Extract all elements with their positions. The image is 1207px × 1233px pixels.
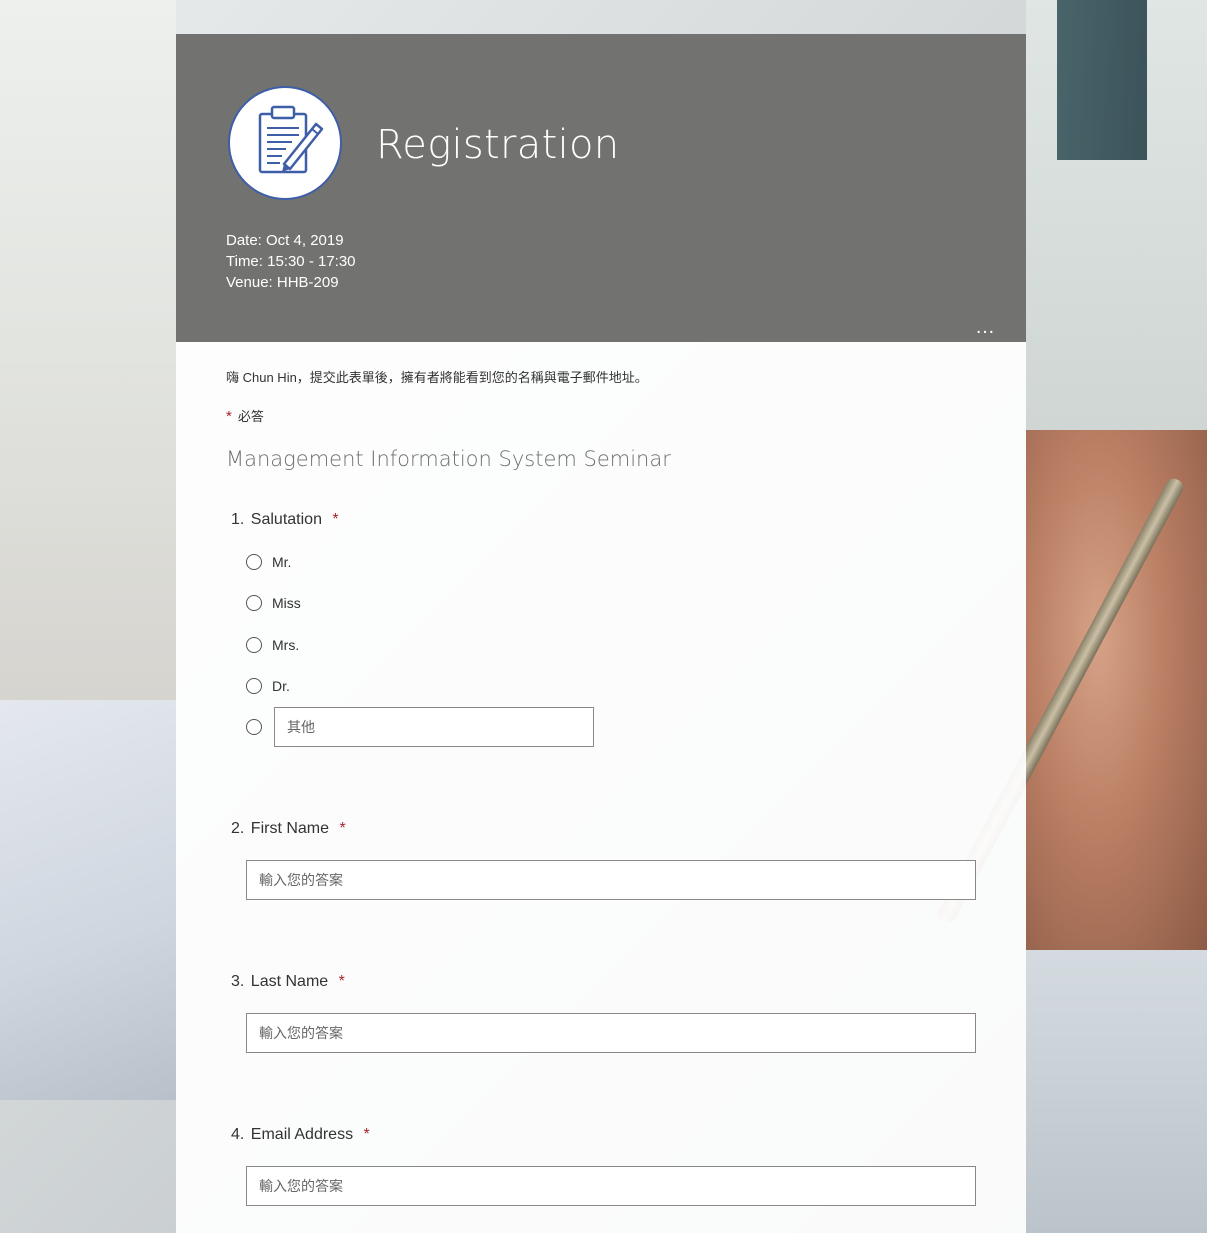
question-number: 2. <box>231 820 245 837</box>
form-header: Registration Date: Oct 4, 2019 Time: 15:… <box>176 34 1026 342</box>
required-star: * <box>332 511 339 528</box>
radio-button[interactable] <box>246 554 262 570</box>
background-photo-left <box>0 700 176 1100</box>
required-label: 必答 <box>237 409 264 424</box>
question-email-title: 4. Email Address * <box>231 1126 370 1144</box>
event-details: Date: Oct 4, 2019 Time: 15:30 - 17:30 Ve… <box>226 230 356 293</box>
question-label: Salutation <box>250 511 322 528</box>
option-label: Mrs. <box>272 637 300 653</box>
radio-button[interactable] <box>246 595 262 611</box>
clipboard-pen-icon <box>228 86 342 200</box>
form-subtitle: Management Information System Seminar <box>226 447 671 471</box>
question-number: 3. <box>231 973 245 990</box>
required-note: * 必答 <box>226 406 264 425</box>
form-title: Registration <box>376 122 620 168</box>
background-photo-hand <box>1026 430 1207 950</box>
question-label: Last Name <box>250 973 329 990</box>
radio-button[interactable] <box>246 678 262 694</box>
question-label: First Name <box>250 820 330 837</box>
option-label: Mr. <box>272 554 292 570</box>
radio-option-mr[interactable]: Mr. <box>246 551 291 573</box>
background-photo-right-bottom <box>1026 950 1207 1233</box>
radio-option-dr[interactable]: Dr. <box>246 675 290 697</box>
option-label: Miss <box>272 595 301 611</box>
radio-button[interactable] <box>246 637 262 653</box>
option-label: Dr. <box>272 678 290 694</box>
event-time: Time: 15:30 - 17:30 <box>226 253 356 270</box>
required-star: * <box>363 1126 370 1143</box>
radio-option-other[interactable] <box>246 716 262 738</box>
required-star: * <box>338 973 345 990</box>
question-first-name-title: 2. First Name * <box>231 820 346 838</box>
background-photo-window <box>1057 0 1147 160</box>
required-star: * <box>339 820 346 837</box>
event-date: Date: Oct 4, 2019 <box>226 232 344 249</box>
question-salutation-title: 1. Salutation * <box>231 511 339 529</box>
privacy-notice: 嗨 Chun Hin，提交此表單後，擁有者將能看到您的名稱與電子郵件地址。 <box>226 370 648 385</box>
registration-form: Registration Date: Oct 4, 2019 Time: 15:… <box>176 34 1026 1233</box>
event-venue: Venue: HHB-209 <box>226 274 339 291</box>
question-last-name-title: 3. Last Name * <box>231 973 345 991</box>
more-options-icon[interactable]: … <box>975 316 996 339</box>
radio-option-mrs[interactable]: Mrs. <box>246 634 299 656</box>
email-input[interactable] <box>246 1166 976 1206</box>
question-label: Email Address <box>250 1126 354 1143</box>
other-input[interactable] <box>274 707 594 747</box>
background-photo-left-top <box>0 0 176 700</box>
required-star: * <box>226 408 232 425</box>
first-name-input[interactable] <box>246 860 976 900</box>
radio-button[interactable] <box>246 719 262 735</box>
question-number: 1. <box>231 511 245 528</box>
radio-option-miss[interactable]: Miss <box>246 592 301 614</box>
question-number: 4. <box>231 1126 245 1143</box>
last-name-input[interactable] <box>246 1013 976 1053</box>
